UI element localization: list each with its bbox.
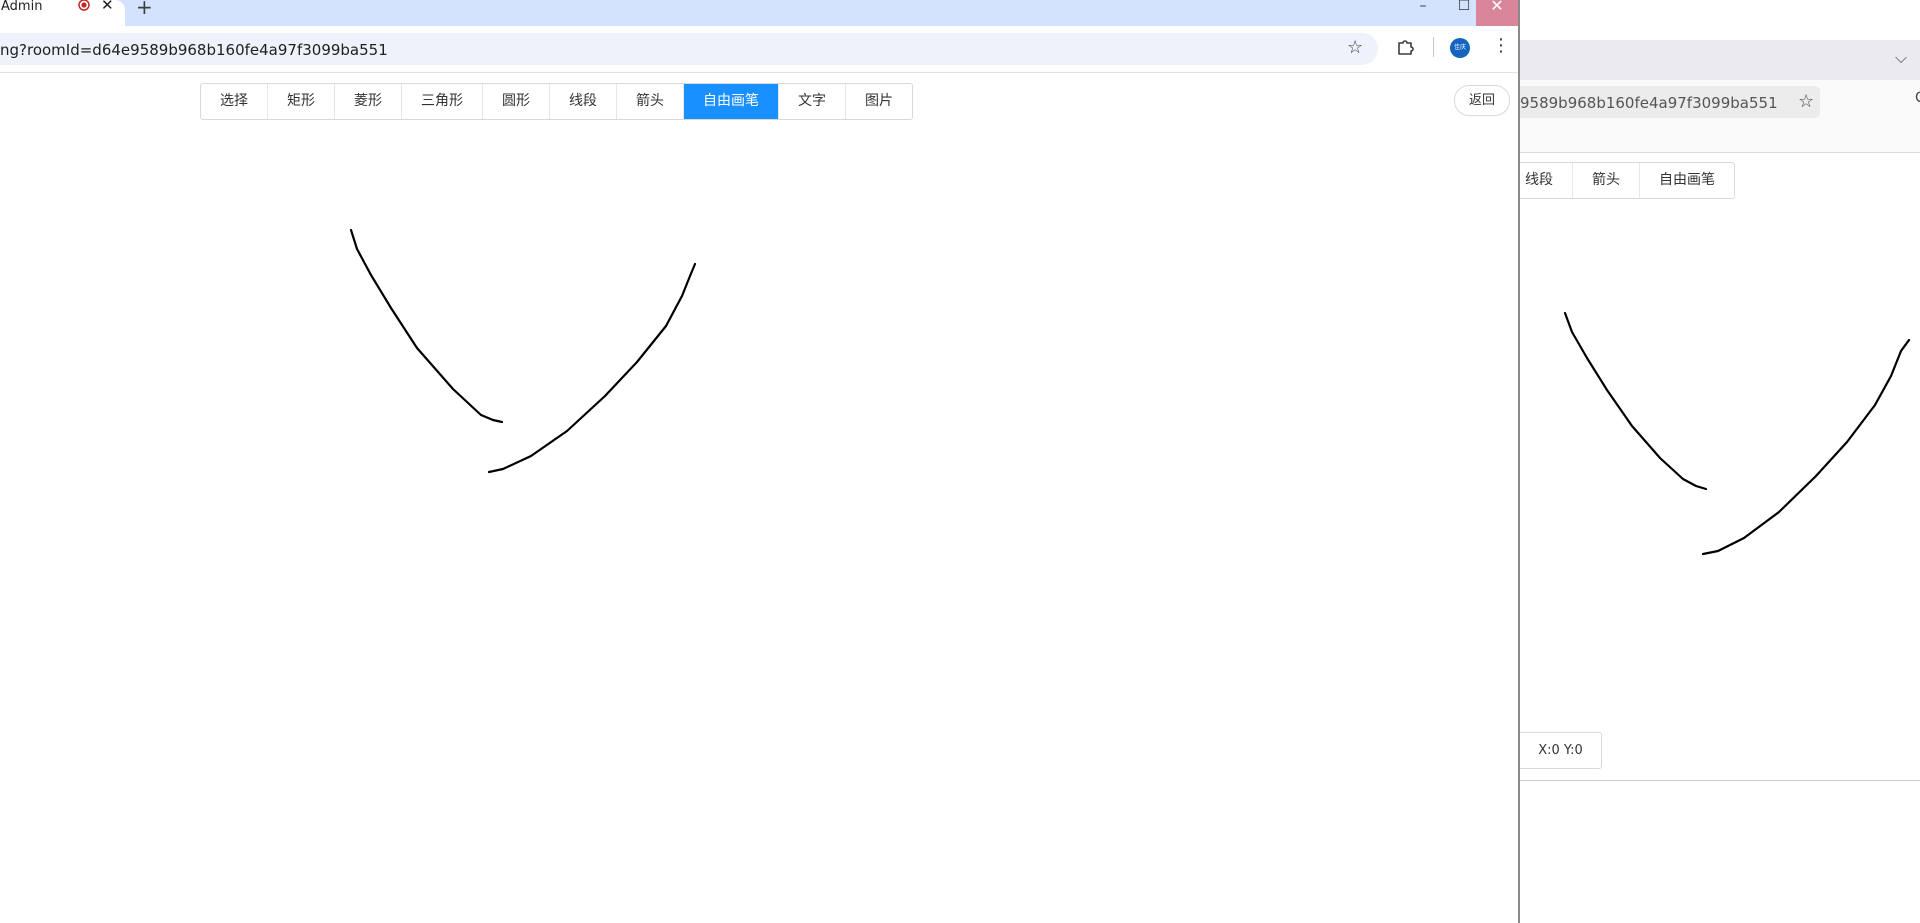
tool-line[interactable]: 线段 bbox=[550, 84, 617, 119]
coordinates-display: X:0 Y:0 bbox=[1520, 732, 1602, 769]
bookmark-star-icon[interactable]: ☆ bbox=[1798, 91, 1814, 112]
address-bar: 9589b968b160fe4a97f3099ba551 ☆ C bbox=[1520, 80, 1920, 153]
chevron-down-icon[interactable]: ⌵ bbox=[1895, 48, 1907, 68]
tab-title: Admin bbox=[1, 0, 43, 14]
toolbar-separator bbox=[1433, 37, 1434, 57]
freehand-stroke bbox=[487, 262, 697, 474]
back-button[interactable]: 返回 bbox=[1454, 85, 1510, 116]
freehand-stroke bbox=[1563, 311, 1708, 491]
tool-rectangle[interactable]: 矩形 bbox=[268, 84, 335, 119]
tool-diamond[interactable]: 菱形 bbox=[335, 84, 402, 119]
bookmark-star-icon[interactable]: ☆ bbox=[1347, 37, 1363, 58]
omnibox[interactable]: 9589b968b160fe4a97f3099ba551 ☆ bbox=[1520, 86, 1820, 118]
tool-select[interactable]: 选择 bbox=[201, 84, 268, 119]
drawing-canvas[interactable] bbox=[1520, 200, 1920, 720]
right-browser-window: ⌵ 9589b968b160fe4a97f3099ba551 ☆ C 线段 箭头… bbox=[1520, 0, 1920, 923]
tool-circle[interactable]: 圆形 bbox=[483, 84, 550, 119]
address-bar: ng?roomId=d64e9589b968b160fe4a97f3099ba5… bbox=[0, 26, 1518, 73]
tool-line[interactable]: 线段 bbox=[1520, 163, 1573, 198]
divider-line bbox=[1520, 780, 1920, 781]
puzzle-icon[interactable] bbox=[1396, 36, 1416, 56]
freehand-stroke bbox=[1701, 338, 1911, 556]
maximize-button[interactable]: ☐ bbox=[1454, 0, 1474, 14]
omnibox[interactable]: ng?roomId=d64e9589b968b160fe4a97f3099ba5… bbox=[0, 33, 1378, 65]
tab-strip: ⌵ bbox=[1520, 40, 1920, 80]
tool-freehand-pen[interactable]: 自由画笔 bbox=[1640, 163, 1734, 198]
tab-strip: Admin ✕ + – ☐ ✕ bbox=[0, 0, 1518, 26]
window-close-button[interactable]: ✕ bbox=[1476, 0, 1518, 26]
kebab-menu-icon[interactable]: ⋮ bbox=[1492, 36, 1510, 56]
minimize-button[interactable]: – bbox=[1413, 0, 1433, 14]
url-text[interactable]: 9589b968b160fe4a97f3099ba551 bbox=[1520, 94, 1778, 112]
drawing-toolbar: 选择 矩形 菱形 三角形 圆形 线段 箭头 自由画笔 文字 图片 bbox=[200, 83, 913, 120]
toolbar-icon[interactable]: C bbox=[1915, 90, 1920, 106]
tool-text[interactable]: 文字 bbox=[779, 84, 846, 119]
new-tab-button[interactable]: + bbox=[136, 0, 153, 17]
drawing-canvas[interactable] bbox=[0, 119, 1518, 923]
freehand-stroke bbox=[349, 228, 504, 424]
url-text[interactable]: ng?roomId=d64e9589b968b160fe4a97f3099ba5… bbox=[0, 41, 388, 59]
recording-icon bbox=[78, 0, 90, 11]
tool-arrow[interactable]: 箭头 bbox=[617, 84, 684, 119]
drawing-toolbar: 线段 箭头 自由画笔 bbox=[1520, 162, 1735, 199]
left-browser-window: Admin ✕ + – ☐ ✕ ng?roomId=d64e9589b968b1… bbox=[0, 0, 1518, 923]
tab-close-icon[interactable]: ✕ bbox=[101, 0, 114, 13]
tool-image[interactable]: 图片 bbox=[846, 84, 912, 119]
tool-triangle[interactable]: 三角形 bbox=[402, 84, 483, 119]
tool-arrow[interactable]: 箭头 bbox=[1573, 163, 1640, 198]
tool-freehand-pen[interactable]: 自由画笔 bbox=[684, 84, 779, 119]
profile-avatar[interactable]: 佳庆 bbox=[1450, 38, 1470, 58]
tab-admin[interactable]: Admin ✕ bbox=[0, 0, 125, 26]
